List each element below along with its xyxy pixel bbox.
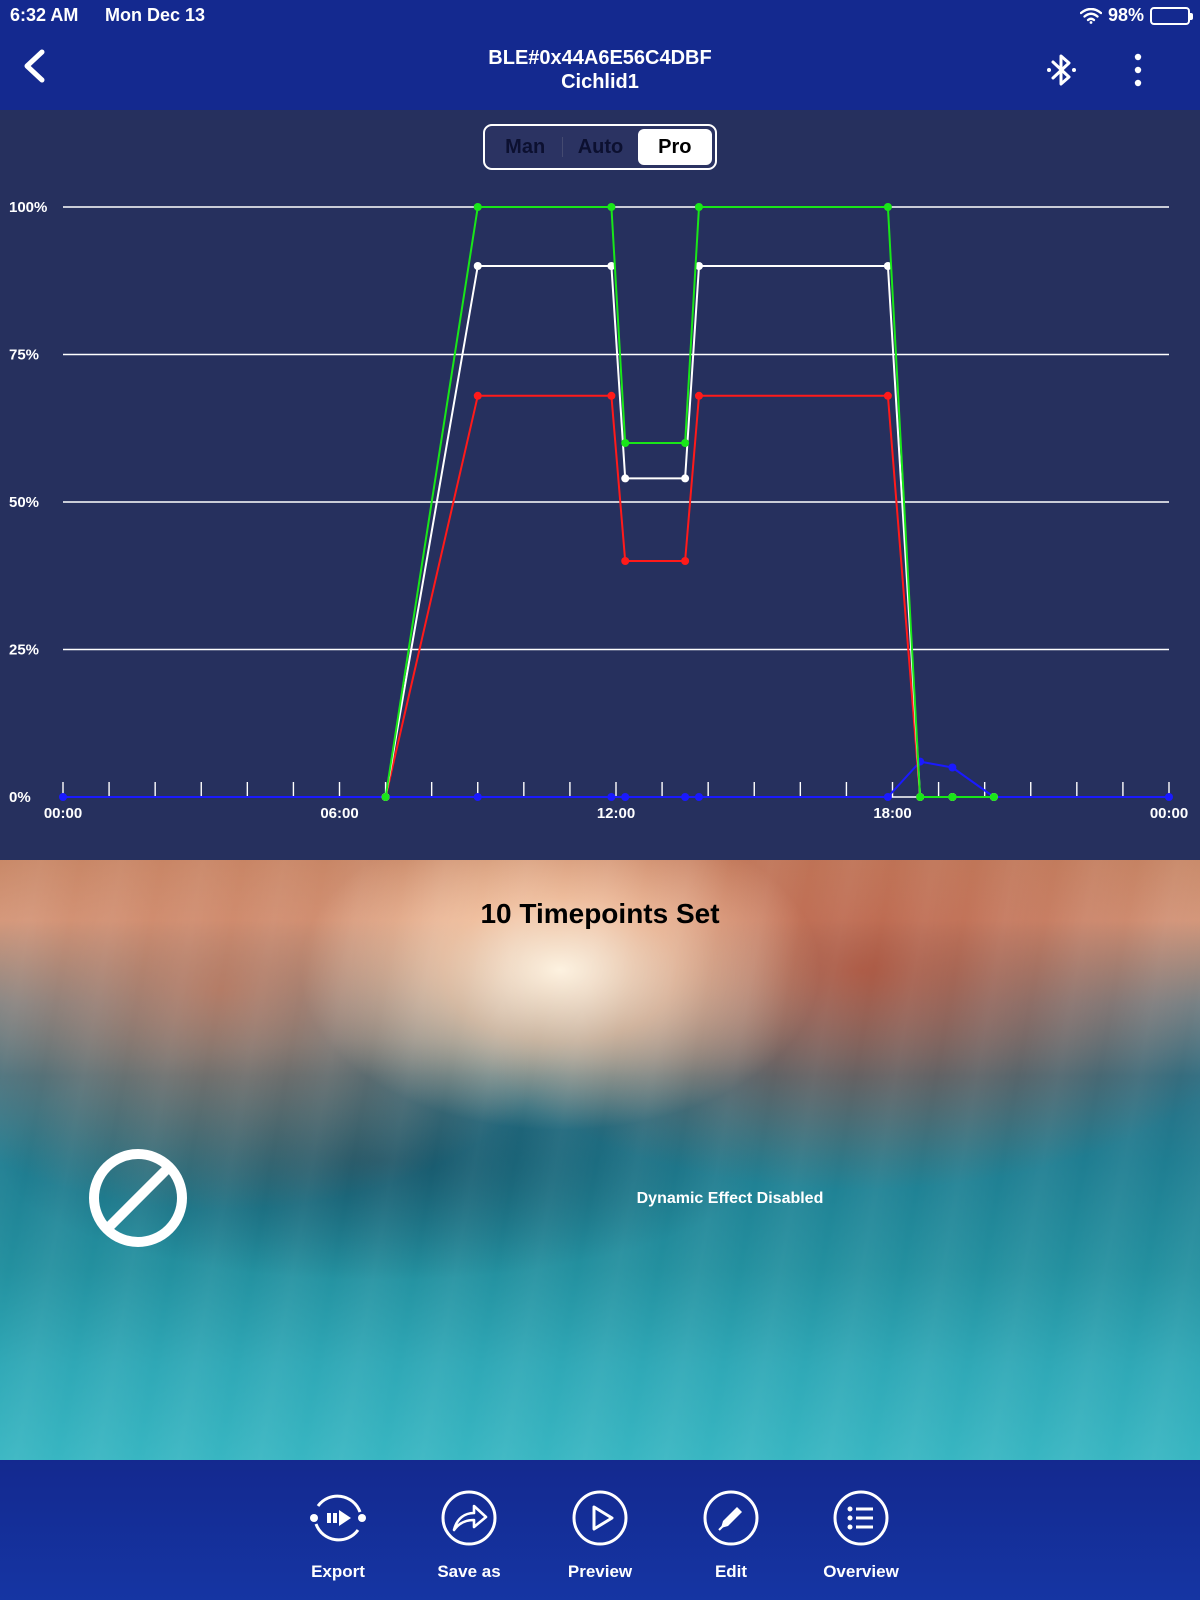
data-point-blue [948, 763, 957, 772]
share-icon [441, 1490, 497, 1546]
status-right: 98% [1079, 5, 1193, 26]
data-point-white [681, 474, 690, 483]
data-point-red [473, 391, 482, 400]
edit-button[interactable]: Edit [676, 1486, 786, 1582]
timepoints-title: 10 Timepoints Set [480, 898, 720, 929]
data-point-green [473, 203, 482, 211]
tab-pro[interactable]: Pro [637, 129, 712, 165]
data-point-green [607, 203, 616, 211]
data-point-green [989, 793, 998, 801]
data-point-red [681, 557, 690, 565]
series-line-red [384, 394, 994, 798]
data-point-blue [621, 793, 630, 801]
save-as-button[interactable]: Save as [414, 1486, 524, 1582]
chevron-left-icon[interactable] [14, 44, 58, 88]
x-tick-label: 18:00 [873, 805, 911, 822]
data-point-red [694, 391, 703, 400]
underwater-background-image: 10 Timepoints Set Dynamic Effect Disable… [0, 860, 1200, 1460]
status-time: 6:32 AM [10, 5, 79, 25]
nav-bar: BLE#0x44A6E56C4DBF Cichlid1 [0, 30, 1200, 110]
data-point-red [621, 557, 630, 565]
bluetooth-icon[interactable] [1044, 50, 1080, 90]
x-tick-label: 00:00 [44, 805, 82, 822]
play-icon [572, 1490, 628, 1546]
edit-label: Edit [714, 1562, 748, 1581]
data-point-blue [473, 793, 482, 801]
y-tick-label: 75% [9, 347, 39, 364]
wifi-icon [1079, 7, 1102, 24]
y-tick-label: 100% [9, 199, 47, 216]
y-tick-label: 50% [9, 494, 39, 511]
data-point-blue [1165, 793, 1173, 801]
x-tick-label: 06:00 [320, 805, 358, 822]
data-point-blue [694, 793, 703, 801]
y-tick-label: 25% [9, 642, 39, 659]
data-point-green [621, 439, 630, 447]
bottom-toolbar: Export Save as Preview Edit Overview [0, 1460, 1200, 1600]
tab-auto[interactable]: Auto [563, 129, 637, 165]
data-point-green [681, 439, 690, 447]
x-tick-label: 12:00 [597, 805, 635, 822]
device-name: Cichlid1 [561, 71, 639, 93]
tab-man[interactable]: Man [488, 129, 562, 165]
status-date: Mon Dec 13 [105, 5, 206, 25]
data-point-green [381, 793, 390, 801]
data-point-green [883, 203, 892, 211]
data-point-green [948, 793, 957, 801]
save-as-label: Save as [437, 1562, 501, 1581]
data-point-blue [59, 793, 67, 801]
overview-label: Overview [823, 1562, 899, 1581]
export-button[interactable]: Export [283, 1486, 393, 1582]
device-id: BLE#0x44A6E56C4DBF [488, 47, 712, 69]
x-tick-label: 00:00 [1150, 805, 1188, 822]
data-point-blue [883, 793, 892, 801]
data-point-red [883, 391, 892, 400]
status-bar: 6:32 AM Mon Dec 13 98% [0, 0, 1200, 30]
data-point-white [473, 262, 482, 270]
data-point-blue [681, 793, 690, 801]
more-vertical-icon[interactable] [1126, 48, 1150, 92]
nav-title: BLE#0x44A6E56C4DBF Cichlid1 [300, 46, 900, 94]
battery-icon [1150, 6, 1193, 25]
export-icon [310, 1494, 366, 1542]
list-icon [833, 1490, 889, 1546]
data-point-blue [607, 793, 616, 801]
disabled-icon [89, 1149, 187, 1247]
dynamic-effect-status: Dynamic Effect Disabled [636, 1190, 824, 1207]
data-point-white [621, 474, 630, 483]
mode-segmented-control: Man Auto Pro [483, 124, 717, 170]
battery-percent: 98% [1107, 5, 1144, 25]
pencil-icon [703, 1490, 759, 1546]
y-tick-label: 0% [9, 789, 31, 806]
series-line-white [384, 265, 994, 798]
data-point-red [607, 391, 616, 400]
light-schedule-chart[interactable]: 0% 25% 50% 75% 100% 00:00 06:00 12:00 18:00 00:00… [0, 185, 1200, 825]
overview-button[interactable]: Overview [806, 1486, 916, 1582]
data-point-green [916, 793, 925, 801]
preview-button[interactable]: Preview [545, 1486, 655, 1582]
data-point-green [694, 203, 703, 211]
export-label: Export [311, 1562, 365, 1581]
preview-label: Preview [567, 1562, 633, 1581]
